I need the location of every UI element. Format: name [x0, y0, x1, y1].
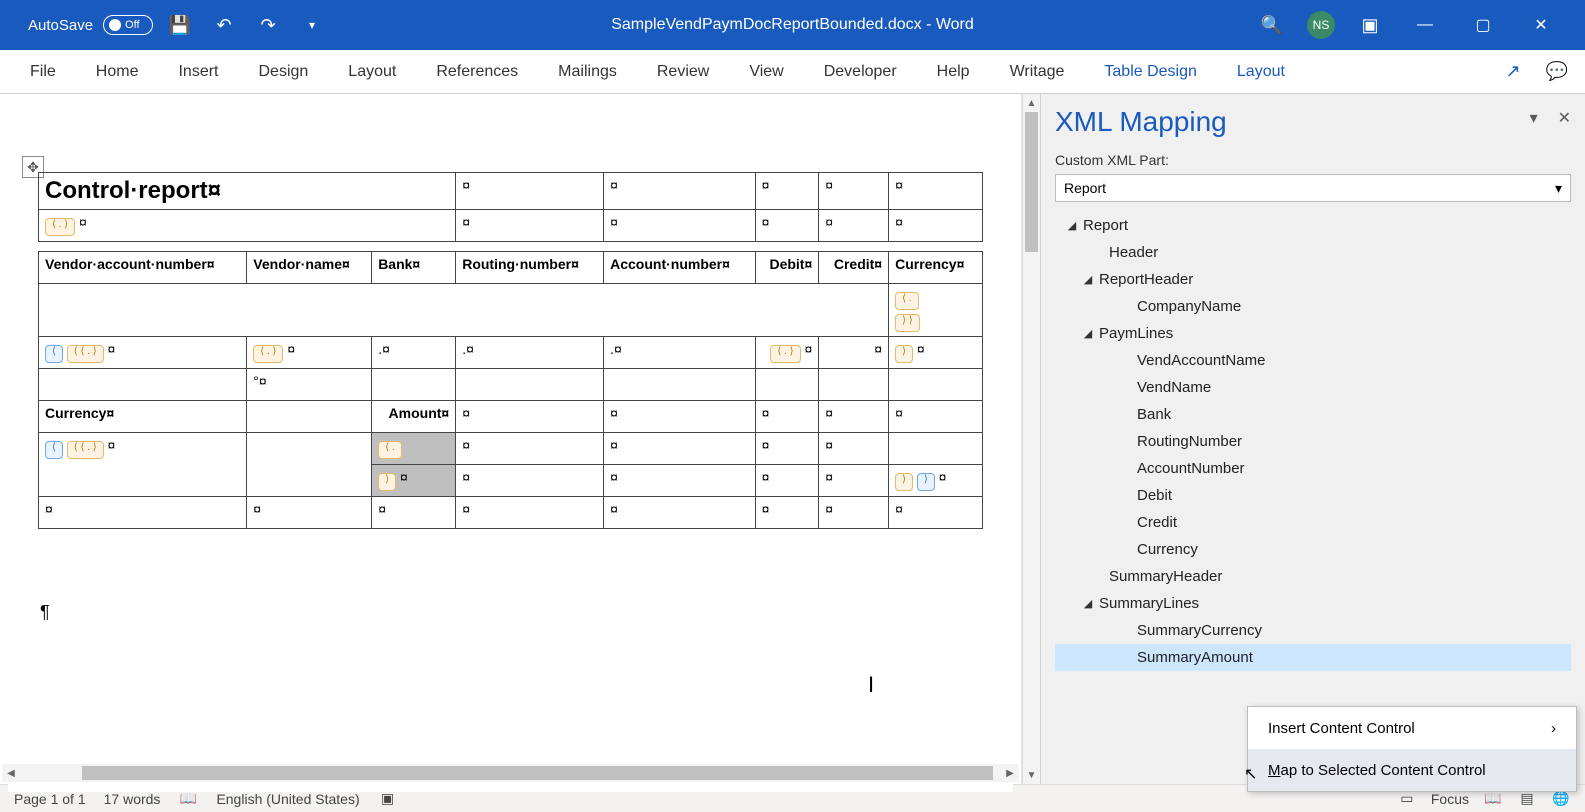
tab-review[interactable]: Review	[637, 50, 729, 94]
minimize-button[interactable]: —	[1405, 5, 1445, 45]
maximize-button[interactable]: ▢	[1463, 5, 1503, 45]
status-words[interactable]: 17 words	[104, 791, 161, 807]
col-amount: Amount¤	[372, 401, 456, 433]
dropdown-icon: ▾	[1555, 180, 1562, 197]
tab-table-design[interactable]: Table Design	[1084, 50, 1217, 94]
tab-table-layout[interactable]: Layout	[1217, 50, 1305, 94]
customize-qat-icon[interactable]: ▾	[295, 8, 329, 42]
v-scroll-thumb[interactable]	[1025, 112, 1038, 252]
pane-title: XML Mapping	[1055, 106, 1571, 138]
tree-companyname[interactable]: CompanyName	[1055, 293, 1571, 320]
tab-help[interactable]: Help	[917, 50, 990, 94]
tree-paymlines[interactable]: ◢PaymLines	[1055, 320, 1571, 347]
scroll-left-icon[interactable]: ◀	[2, 764, 20, 782]
col-currency2: Currency¤	[39, 401, 247, 433]
tree-header[interactable]: Header	[1055, 239, 1571, 266]
xml-part-value: Report	[1064, 180, 1106, 196]
col-currency: Currency¤	[889, 252, 983, 284]
h-scroll-thumb[interactable]	[82, 766, 993, 780]
tab-insert[interactable]: Insert	[158, 50, 238, 94]
undo-icon[interactable]: ↶	[207, 8, 241, 42]
paragraph-mark-icon: ¶	[40, 602, 50, 623]
vertical-scrollbar[interactable]: ▲ ▼	[1022, 94, 1040, 784]
share-icon[interactable]: ↗	[1495, 54, 1531, 90]
status-focus[interactable]: Focus	[1431, 791, 1469, 807]
redo-icon[interactable]: ↷	[251, 8, 285, 42]
tab-writage[interactable]: Writage	[990, 50, 1085, 94]
pane-options-icon[interactable]: ▾	[1530, 108, 1538, 128]
save-icon[interactable]: 💾	[163, 8, 197, 42]
tree-summaryheader[interactable]: SummaryHeader	[1055, 563, 1571, 590]
report-title: Control·report¤	[39, 173, 456, 210]
tree-report[interactable]: ◢Report	[1055, 212, 1571, 239]
col-vendor-name: Vendor·name¤	[247, 252, 372, 284]
document-table: Control·report¤ ¤¤¤¤¤ ⟨ . ⟩ ¤ ¤¤¤¤¤ Vend…	[38, 172, 983, 529]
pane-close-icon[interactable]: ✕	[1558, 108, 1571, 128]
user-avatar[interactable]: NS	[1307, 11, 1335, 39]
window-title: SampleVendPaymDocReportBounded.docx - Wo…	[611, 16, 974, 34]
tab-view[interactable]: View	[729, 50, 803, 94]
search-icon[interactable]: 🔍	[1255, 8, 1289, 42]
col-routing: Routing·number¤	[456, 252, 604, 284]
main-area: ✥ Control·report¤ ¤¤¤¤¤ ⟨ . ⟩ ¤ ¤¤¤¤¤ Ve…	[0, 94, 1585, 784]
display-options-icon[interactable]: ▣	[1353, 8, 1387, 42]
tree-credit[interactable]: Credit	[1055, 509, 1571, 536]
col-bank: Bank¤	[372, 252, 456, 284]
tree-currency[interactable]: Currency	[1055, 536, 1571, 563]
autosave-state: Off	[125, 19, 139, 31]
tree-routingnumber[interactable]: RoutingNumber	[1055, 428, 1571, 455]
tree-summarycurrency[interactable]: SummaryCurrency	[1055, 617, 1571, 644]
status-page[interactable]: Page 1 of 1	[14, 791, 86, 807]
submenu-arrow-icon: ›	[1551, 720, 1556, 737]
context-menu: Insert Content Control › ↖ Map to Select…	[1247, 706, 1577, 792]
tree-reportheader[interactable]: ◢ReportHeader	[1055, 266, 1571, 293]
selected-cell[interactable]: ⟩ ¤	[372, 465, 456, 497]
tree-summaryamount[interactable]: SummaryAmount	[1055, 644, 1571, 671]
xml-part-select[interactable]: Report ▾	[1055, 174, 1571, 202]
xml-tree: ◢Report Header ◢ReportHeader CompanyName…	[1055, 212, 1571, 671]
menu-insert-content-control[interactable]: Insert Content Control ›	[1248, 707, 1576, 749]
col-debit: Debit¤	[755, 252, 819, 284]
tab-mailings[interactable]: Mailings	[538, 50, 637, 94]
cursor-icon: ↖	[1244, 764, 1257, 784]
tab-home[interactable]: Home	[76, 50, 159, 94]
tab-file[interactable]: File	[10, 50, 76, 94]
scroll-right-icon[interactable]: ▶	[1001, 764, 1019, 782]
tab-design[interactable]: Design	[238, 50, 328, 94]
scroll-down-icon[interactable]: ▼	[1023, 766, 1040, 784]
xml-mapping-pane: ▾ ✕ XML Mapping Custom XML Part: Report …	[1040, 94, 1585, 784]
col-credit: Credit¤	[819, 252, 889, 284]
menu-map-to-selected[interactable]: ↖ Map to Selected Content Control	[1248, 749, 1576, 791]
document-area[interactable]: ✥ Control·report¤ ¤¤¤¤¤ ⟨ . ⟩ ¤ ¤¤¤¤¤ Ve…	[0, 94, 1022, 784]
tab-developer[interactable]: Developer	[804, 50, 917, 94]
title-bar: AutoSave Off 💾 ↶ ↷ ▾ SampleVendPaymDocRe…	[0, 0, 1585, 50]
tree-debit[interactable]: Debit	[1055, 482, 1571, 509]
col-vendor-account: Vendor·account·number¤	[39, 252, 247, 284]
horizontal-scrollbar[interactable]: ◀ ▶	[2, 764, 1019, 782]
col-account: Account·number¤	[604, 252, 755, 284]
tree-summarylines[interactable]: ◢SummaryLines	[1055, 590, 1571, 617]
close-button[interactable]: ✕	[1521, 5, 1561, 45]
autosave-label: AutoSave	[28, 17, 93, 34]
pane-part-label: Custom XML Part:	[1055, 152, 1571, 168]
tree-accountnumber[interactable]: AccountNumber	[1055, 455, 1571, 482]
autosave-toggle[interactable]: Off	[103, 15, 153, 35]
text-cursor-icon: I	[868, 672, 874, 698]
tab-references[interactable]: References	[416, 50, 538, 94]
tree-vendname[interactable]: VendName	[1055, 374, 1571, 401]
comments-icon[interactable]: 💬	[1539, 54, 1575, 90]
tree-vendaccountname[interactable]: VendAccountName	[1055, 347, 1571, 374]
tree-bank[interactable]: Bank	[1055, 401, 1571, 428]
status-language[interactable]: English (United States)	[216, 791, 359, 807]
tab-layout[interactable]: Layout	[328, 50, 416, 94]
scroll-up-icon[interactable]: ▲	[1023, 94, 1040, 112]
selected-cell[interactable]: ⟨ .	[372, 433, 456, 465]
ribbon: File Home Insert Design Layout Reference…	[0, 50, 1585, 94]
